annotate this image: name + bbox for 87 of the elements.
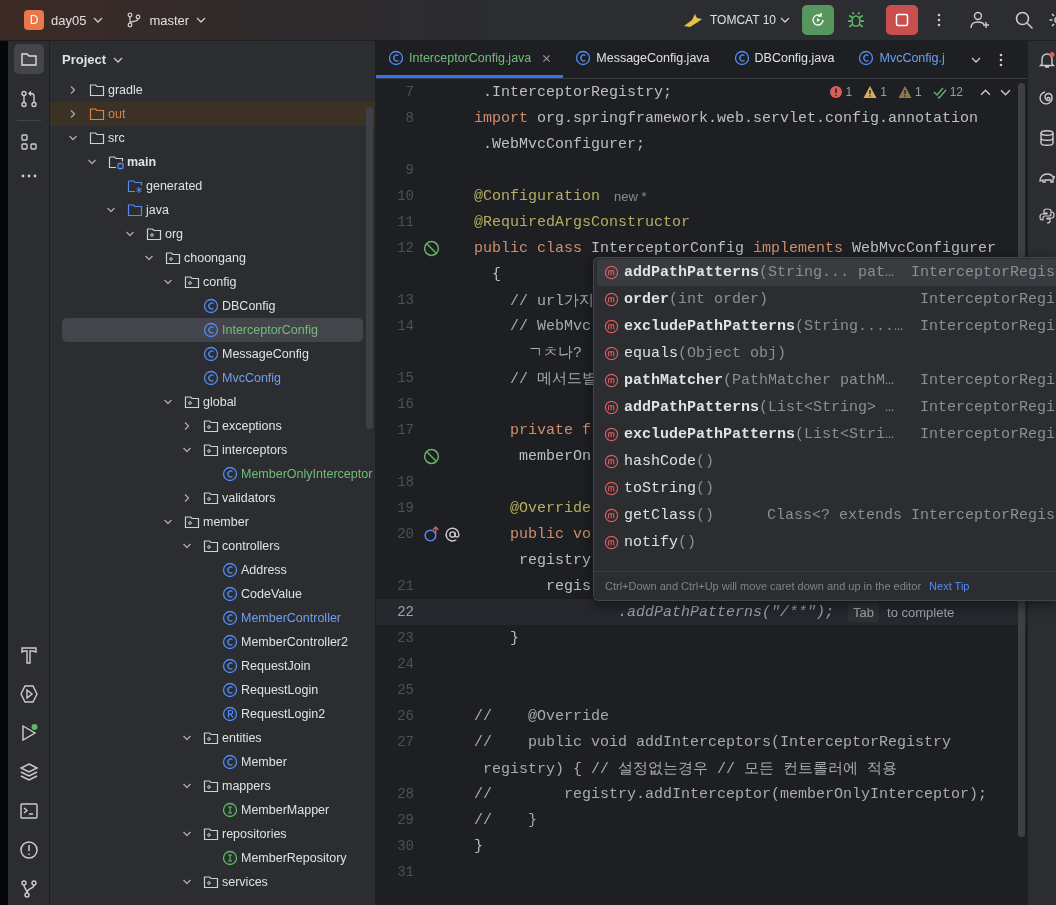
completion-item[interactable]: hashCode() xyxy=(597,448,1056,475)
tree-item[interactable]: gradle xyxy=(50,78,375,102)
tree-item[interactable]: RequestLogin xyxy=(50,678,375,702)
tree-item[interactable]: src xyxy=(50,126,375,150)
completion-item[interactable]: getClass() Class<? extends InterceptorRegis xyxy=(597,502,1056,529)
code-line: .addPathPatterns("/**"); xyxy=(617,603,835,621)
completion-item[interactable]: pathMatcher(PathMatcher pathM… InterceptorRegi xyxy=(597,367,1056,394)
tree-item[interactable]: DBConfig xyxy=(50,294,375,318)
code-line: private f xyxy=(509,421,592,439)
panel-title[interactable]: Project xyxy=(62,52,107,67)
completion-item[interactable]: equals(Object obj) xyxy=(597,340,1056,367)
completion-item[interactable]: order(int order) InterceptorRegi xyxy=(597,286,1056,313)
code-line: .WebMvcConfigurer; xyxy=(482,135,646,153)
tree-item[interactable]: InterceptorConfig xyxy=(62,318,363,342)
tree-item[interactable]: org xyxy=(50,222,375,246)
code-line: @Configuration xyxy=(474,187,601,205)
code-line: // url가지 xyxy=(509,291,594,310)
editor-tab[interactable]: DBConfig.java xyxy=(721,41,847,78)
tree-item[interactable]: repositories xyxy=(50,822,375,846)
tip-text: Ctrl+Down and Ctrl+Up will move caret down and up in the editor xyxy=(605,580,922,592)
line-number: 22 xyxy=(397,604,414,620)
tree-item[interactable]: mappers xyxy=(50,774,375,798)
code-line: registry xyxy=(518,551,592,569)
code-line: // WebMvc xyxy=(509,317,592,335)
completion-item[interactable]: toString() xyxy=(597,475,1056,502)
editor-tab[interactable]: MvcConfig.j xyxy=(846,41,957,78)
passed-count[interactable]: 12 xyxy=(949,85,963,99)
code-line: public vo xyxy=(509,525,592,543)
key-hint: Tab xyxy=(848,602,880,622)
tree-item[interactable]: MvcConfig xyxy=(50,366,375,390)
code-line: @Override xyxy=(509,499,592,517)
completion-item[interactable]: notify() xyxy=(597,529,1056,556)
code-line: // registry.addInterceptor(memberOnlyInterceptor); xyxy=(474,785,988,803)
code-line: ㄱㅊ나? xyxy=(527,343,582,362)
tree-item[interactable]: RequestLogin2 xyxy=(50,702,375,726)
code-line: public class InterceptorConfig implements WebMvcConfigurer xyxy=(474,239,997,257)
code-line: } xyxy=(474,837,483,855)
completion-item[interactable]: addPathPatterns(List<String> … InterceptorRegi xyxy=(597,394,1056,421)
completion-hint: to complete xyxy=(887,604,955,620)
tree-item[interactable]: MemberMapper xyxy=(50,798,375,822)
tree-item[interactable]: controllers xyxy=(50,534,375,558)
completion-item[interactable]: excludePathPatterns(List<Stri… InterceptorRegi xyxy=(597,421,1056,448)
code-line: regis xyxy=(545,577,592,595)
tree-item[interactable]: config xyxy=(50,270,375,294)
tree-item[interactable]: exceptions xyxy=(50,414,375,438)
editor-tab[interactable]: MessageConfig.java xyxy=(563,41,722,78)
tree-item[interactable]: out xyxy=(50,102,375,126)
code-line: .InterceptorRegistry; xyxy=(482,83,673,101)
tree-item[interactable]: choongang xyxy=(50,246,375,270)
tree-item[interactable]: validators xyxy=(50,486,375,510)
error-count[interactable]: 1 xyxy=(845,85,853,99)
tree-item[interactable]: java xyxy=(50,198,375,222)
code-line: } xyxy=(509,629,519,647)
tree-item[interactable]: member xyxy=(50,510,375,534)
code-line: // @Override xyxy=(474,707,610,725)
branch-name[interactable]: master xyxy=(149,12,190,28)
tree-item[interactable]: MessageConfig xyxy=(50,342,375,366)
next-tip-link[interactable]: Next Tip xyxy=(929,580,970,592)
code-line: // } xyxy=(474,811,537,829)
warning-count[interactable]: 1 xyxy=(880,85,887,99)
tree-item[interactable]: entities xyxy=(50,726,375,750)
completion-item[interactable]: excludePathPatterns(String....… InterceptorRegi xyxy=(597,313,1056,340)
tree-item[interactable]: services xyxy=(50,870,375,894)
tree-item[interactable]: MemberOnlyInterceptor xyxy=(50,462,375,486)
tree-item[interactable]: Address xyxy=(50,558,375,582)
code-line: import org.springframework.web.servlet.config.annotation xyxy=(474,109,979,127)
tree-item[interactable]: MemberController2 xyxy=(50,630,375,654)
code-line: memberOn xyxy=(518,447,592,465)
code-line: @RequiredArgsConstructor xyxy=(474,213,691,231)
tree-item[interactable]: RequestJoin xyxy=(50,654,375,678)
project-name[interactable]: day05 xyxy=(51,12,87,28)
tree-item[interactable]: interceptors xyxy=(50,438,375,462)
code-line: registry) { // 설정없는경우 // 모든 컨트롤러에 적용 xyxy=(482,759,898,778)
tree-item[interactable]: global xyxy=(50,390,375,414)
tree-item[interactable]: Member xyxy=(50,750,375,774)
tree-item[interactable]: MemberRepository xyxy=(50,846,375,870)
tree-item[interactable]: main xyxy=(50,150,375,174)
run-configuration[interactable]: TOMCAT 10 xyxy=(709,13,776,27)
code-line: { xyxy=(491,265,501,283)
tree-item[interactable]: CodeValue xyxy=(50,582,375,606)
completion-item[interactable]: addPathPatterns(String... pat… InterceptorRegis xyxy=(597,259,1056,286)
author-hint: new * xyxy=(614,188,647,204)
editor-tab[interactable]: InterceptorConfig.java xyxy=(376,41,564,78)
tree-item[interactable]: MemberController xyxy=(50,606,375,630)
weak-warning-count[interactable]: 1 xyxy=(914,85,922,99)
tree-item[interactable]: generated xyxy=(50,174,375,198)
code-line: // public void addInterceptors(InterceptorRegistry xyxy=(474,733,952,751)
